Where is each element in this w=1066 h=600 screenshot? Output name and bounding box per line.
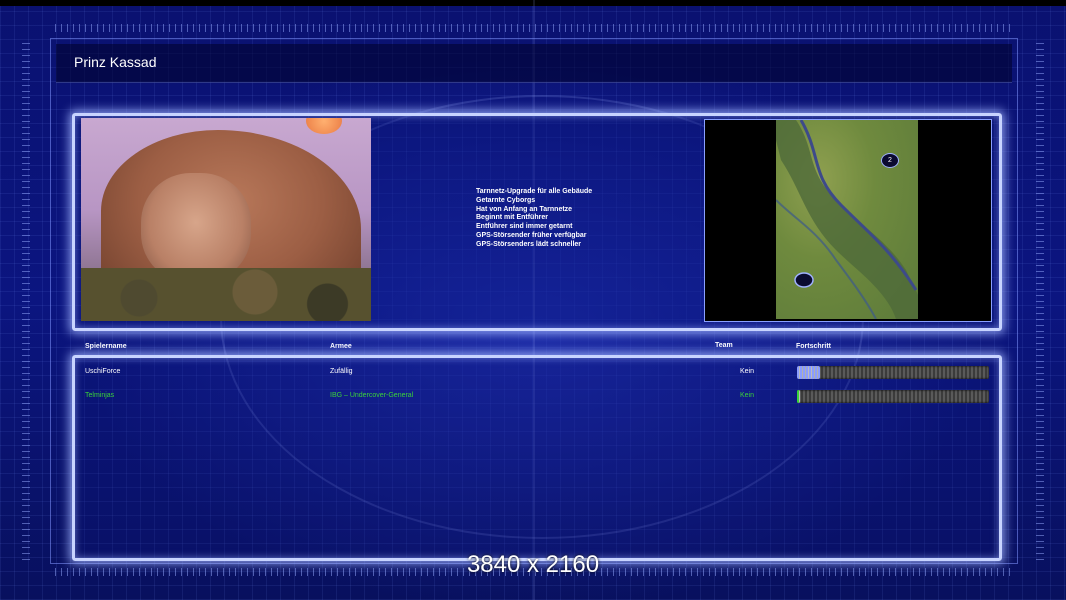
ruler-left [22,40,30,560]
progress-bar [797,366,989,379]
minimap-terrain [776,120,918,319]
resolution-overlay: 3840 x 2160 [466,551,600,578]
player-team: Kein [740,392,755,399]
column-header-name: Spielername [85,343,127,350]
upgrade-item: Beginnt mit Entführer [476,214,548,222]
upgrade-item: GPS-Störsenders lädt schneller [476,240,582,248]
upgrade-item: Hat von Anfang an Tarnnetze [476,205,573,213]
progress-fill [797,390,800,403]
start-position-marker [794,272,814,288]
title-strip [56,44,1012,83]
camo-uniform-image [81,268,371,321]
players-panel [72,355,1002,561]
general-portrait [81,118,371,321]
column-header-army: Armee [330,343,352,350]
progress-bar [797,390,989,403]
progress-fill [797,366,821,379]
minimap[interactable]: 2 [776,120,918,319]
page-title: Prinz Kassad [74,54,157,70]
start-position-2-marker[interactable]: 2 [881,153,899,168]
sun-image [306,118,342,134]
upgrade-item: Entführer sind immer getarnt [476,223,573,231]
player-name: UschiForce [85,368,121,375]
upgrade-list: Tarnnetz-Upgrade für alle Gebäude Getarn… [476,188,592,250]
ruler-right [1036,40,1044,560]
player-name: Telminjas [85,392,115,399]
player-army: Zufällig [330,368,353,375]
face-image [141,173,251,283]
column-header-team: Team [715,342,733,349]
column-header-progress: Fortschritt [796,343,831,350]
upgrade-item: GPS-Störsender früher verfügbar [476,231,587,239]
player-team: Kein [740,368,755,375]
ruler-top [55,24,1015,32]
player-army: IBG – Undercover-General [330,392,414,399]
upgrade-item: Getarnte Cyborgs [476,196,536,204]
upgrade-item: Tarnnetz-Upgrade für alle Gebäude [476,188,593,195]
